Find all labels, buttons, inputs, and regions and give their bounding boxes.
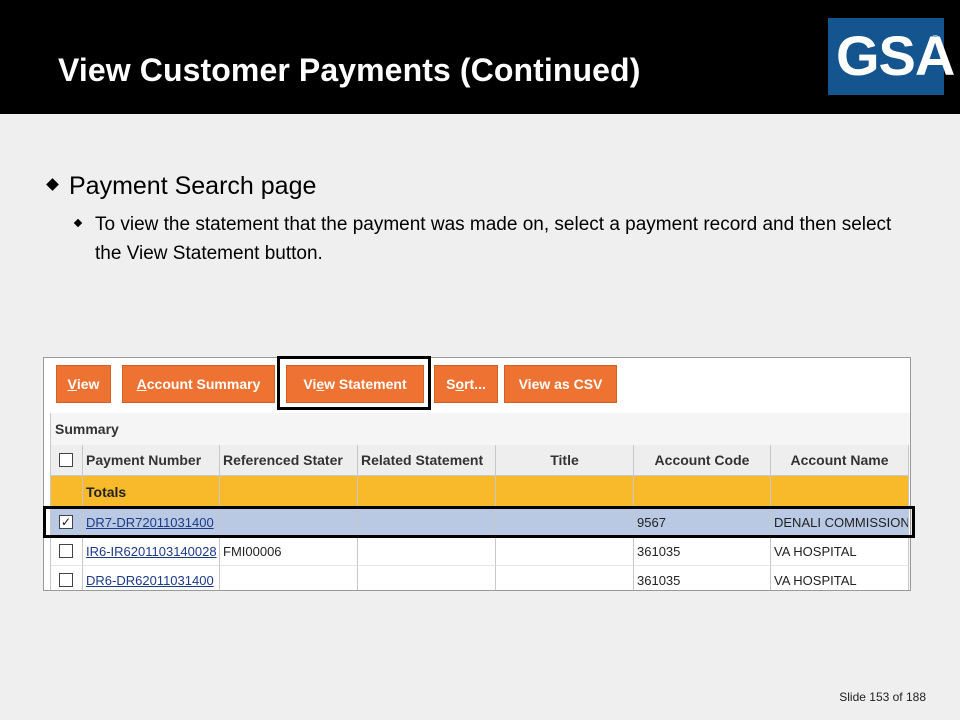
bullet-level1-text: Payment Search page [69,172,317,200]
account-name-cell: VA HOSPITAL [771,537,909,566]
totals-cell [496,476,634,507]
select-all-checkbox[interactable] [59,453,73,467]
selected-row-highlight-box [43,506,915,538]
row-checkbox[interactable] [59,573,73,587]
header-account-code[interactable]: Account Code [634,445,771,476]
totals-cell [220,476,358,507]
title-cell [496,537,634,566]
account-code-cell: 361035 [634,566,771,590]
payment-number-link[interactable]: IR6-IR6201103140028 [86,544,217,559]
totals-row: Totals [51,476,910,507]
view-button[interactable]: View [56,365,111,403]
account-summary-button[interactable]: Account Summary [122,365,275,403]
totals-cell-blank [51,476,83,507]
bullet-level2-text: To view the statement that the payment w… [95,214,892,264]
totals-cell [358,476,496,507]
table-row[interactable]: DR6-DR62011031400 361035 VA HOSPITAL [51,566,910,590]
select-all-cell [51,445,83,476]
referenced-statement-cell: FMI00006 [220,537,358,566]
view-button-label: iew [76,376,100,392]
related-statement-cell [358,537,496,566]
payment-number-cell: IR6-IR6201103140028 [83,537,220,566]
header-referenced-statement[interactable]: Referenced Stater [220,445,358,476]
gsa-logo: GSA ® [828,18,955,95]
header-related-statement[interactable]: Related Statement [358,445,496,476]
payment-number-cell: DR6-DR62011031400 [83,566,220,590]
payments-grid: Summary Payment Number Referenced Stater… [50,413,910,590]
account-code-cell: 361035 [634,537,771,566]
table-row[interactable]: IR6-IR6201103140028 FMI00006 361035 VA H… [51,537,910,566]
related-statement-cell [358,566,496,590]
totals-cell [771,476,909,507]
sort-label-pre: S [446,376,456,392]
payment-search-screenshot: View Account Summary Vi e w Statement So rt… [43,357,911,591]
row-select-cell [51,537,83,566]
sort-accesskey: o [455,376,465,392]
referenced-statement-cell [220,566,358,590]
row-checkbox[interactable] [59,544,73,558]
account-summary-accesskey: A [136,376,147,392]
view-button-accesskey: V [67,376,77,392]
slide-number: Slide 153 of 188 [839,690,926,704]
title-cell [496,566,634,590]
header-payment-number[interactable]: Payment Number [83,445,220,476]
totals-label: Totals [83,476,220,507]
view-as-csv-button[interactable]: View as CSV [504,365,617,403]
grid-header-row: Payment Number Referenced Stater Related… [51,445,910,476]
payment-number-link[interactable]: DR6-DR62011031400 [86,573,214,588]
slide-title: View Customer Payments (Continued) [58,52,641,88]
registered-mark: ® [931,34,939,45]
bullet-level1: Payment Search page [46,172,317,201]
sort-button[interactable]: So rt... [434,365,498,403]
summary-label: Summary [55,421,119,437]
header-title[interactable]: Title [496,445,634,476]
account-summary-label: ccount Summary [146,376,261,392]
diamond-bullet-icon [46,178,59,191]
slide-header: View Customer Payments (Continued) GSA ® [0,0,960,114]
sort-label-post: rt... [464,376,486,392]
view-statement-highlight-box [277,356,431,410]
totals-cell [634,476,771,507]
header-account-name[interactable]: Account Name [771,445,909,476]
bullet-level2: To view the statement that the payment w… [73,210,894,268]
row-select-cell [51,566,83,590]
account-name-cell: VA HOSPITAL [771,566,909,590]
